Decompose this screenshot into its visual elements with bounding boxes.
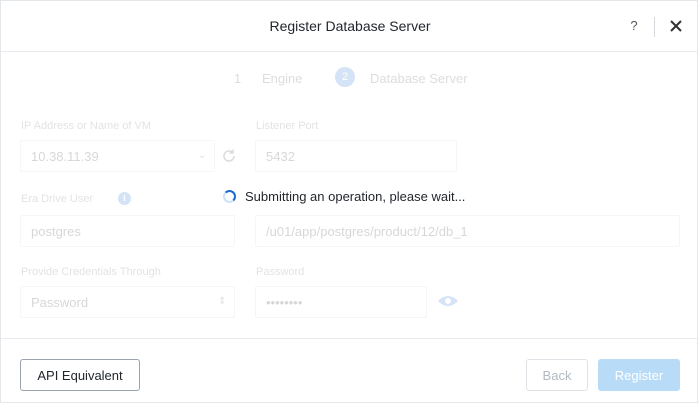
password-label: Password xyxy=(256,266,305,278)
credentials-value: Password xyxy=(31,295,89,310)
password-value: •••••••• xyxy=(266,295,303,310)
step-database-server-label: Database Server xyxy=(370,71,468,86)
port-value: 5432 xyxy=(266,149,295,164)
header-divider xyxy=(654,17,655,37)
credentials-label: Provide Credentials Through xyxy=(21,266,161,278)
software-home-input[interactable]: /u01/app/postgres/product/12/db_1 xyxy=(255,215,680,247)
software-home-value: /u01/app/postgres/product/12/db_1 xyxy=(266,224,468,239)
api-equivalent-button[interactable]: API Equivalent xyxy=(20,359,140,391)
show-password-icon[interactable] xyxy=(437,293,459,309)
refresh-icon[interactable] xyxy=(221,148,237,164)
register-database-server-dialog: Register Database Server ? 1 Engine 2 Da… xyxy=(0,0,698,403)
overlay-message: Submitting an operation, please wait... xyxy=(245,188,466,204)
ip-select[interactable]: 10.38.11.39 xyxy=(20,140,215,172)
drive-user-label: Era Drive User xyxy=(21,193,94,205)
step-database-server-number: 2 xyxy=(335,67,355,87)
drive-user-input[interactable]: postgres xyxy=(20,215,235,247)
port-input[interactable]: 5432 xyxy=(255,140,457,172)
ip-label: IP Address or Name of VM xyxy=(21,120,152,132)
select-arrows-icon: ⇕ xyxy=(218,296,227,307)
chevron-down-icon: ⌄ xyxy=(198,150,207,161)
loading-spinner-icon xyxy=(223,189,236,203)
submitting-overlay: Submitting an operation, please wait... xyxy=(223,186,465,206)
credentials-select[interactable]: Password xyxy=(20,286,235,318)
step-engine-label: Engine xyxy=(262,71,303,86)
ip-value: 10.38.11.39 xyxy=(31,149,99,164)
register-button[interactable]: Register xyxy=(598,359,680,391)
back-button[interactable]: Back xyxy=(526,359,588,391)
dialog-header: Register Database Server ? xyxy=(1,1,698,52)
wizard-steps: 1 Engine 2 Database Server xyxy=(1,67,698,91)
password-input[interactable]: •••••••• xyxy=(255,286,427,318)
drive-user-value: postgres xyxy=(31,224,81,239)
dialog-footer: API Equivalent Back Register xyxy=(1,338,698,403)
step-engine-number: 1 xyxy=(234,71,242,86)
dialog-title: Register Database Server xyxy=(269,18,431,34)
close-icon[interactable] xyxy=(667,15,685,35)
port-label: Listener Port xyxy=(256,120,319,132)
info-icon[interactable]: i xyxy=(118,192,131,205)
help-icon[interactable]: ? xyxy=(627,18,641,34)
